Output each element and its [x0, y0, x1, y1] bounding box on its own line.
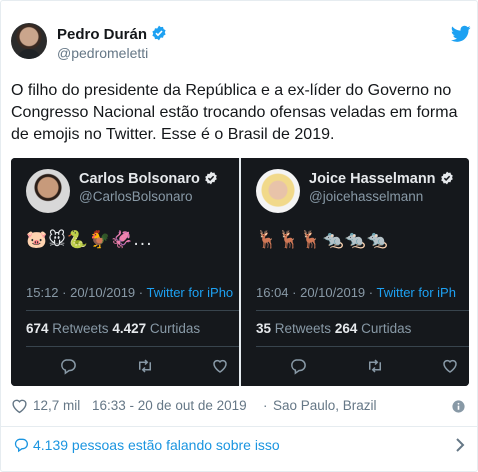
card-divider — [256, 310, 469, 311]
verified-badge-icon — [152, 25, 166, 41]
card-avatar — [256, 169, 300, 213]
info-icon[interactable] — [452, 400, 465, 413]
verified-badge-icon — [205, 171, 217, 185]
twitter-bird-icon[interactable] — [451, 25, 471, 43]
card-name: Joice Hasselmann — [309, 171, 454, 187]
tweet-header: Pedro Durán @pedromeletti — [11, 23, 471, 67]
screenshot-card-carlos: Carlos Bolsonaro @CarlosBolsonaro 🐷🐭🐍🐓🦑.… — [11, 158, 239, 386]
card-divider — [256, 346, 469, 347]
card-handle: @CarlosBolsonaro — [79, 189, 193, 204]
card-source: Twitter for iPho — [146, 285, 234, 300]
heart-icon — [443, 359, 457, 373]
author-name-link[interactable]: Pedro Durán — [57, 25, 167, 43]
card-divider — [26, 310, 239, 311]
card-actions — [11, 357, 239, 377]
reply-icon — [291, 359, 306, 375]
reply-icon — [61, 359, 76, 375]
author-name[interactable]: Pedro Durán — [57, 26, 147, 43]
tweet-location[interactable]: Sao Paulo, Brazil — [273, 398, 377, 413]
tweet-timestamp[interactable]: 16:33 - 20 de out de 2019 — [92, 398, 247, 413]
card-avatar — [26, 169, 70, 213]
retweet-icon — [369, 359, 381, 373]
card-emojis: 🐷🐭🐍🐓🦑... — [26, 230, 153, 250]
card-stats: 674 Retweets 4.427 Curtidas — [26, 321, 201, 336]
card-source: Twitter for iPh — [376, 285, 456, 300]
tweet-meta: 12,7 mil 16:33 - 20 de out de 2019 · Sao… — [11, 397, 471, 417]
card-handle: @joicehasselmann — [309, 189, 424, 204]
tweet-media[interactable]: Carlos Bolsonaro @CarlosBolsonaro 🐷🐭🐍🐓🦑.… — [11, 158, 469, 386]
heart-icon[interactable] — [11, 398, 28, 414]
tweet-card: Pedro Durán @pedromeletti O filho do pre… — [0, 0, 478, 472]
card-emojis: 🦌🦌🦌🐀🐀🐀 — [256, 230, 390, 250]
card-name: Carlos Bolsonaro — [79, 171, 218, 187]
card-timestamp: 15:12 · 20/10/2019 · Twitter for iPho — [26, 285, 234, 300]
like-count[interactable]: 12,7 mil — [33, 398, 80, 413]
meta-separator: · — [263, 398, 268, 413]
speech-bubble-icon — [14, 438, 28, 453]
conversation-link[interactable]: 4.139 pessoas estão falando sobre isso — [1, 426, 478, 462]
tweet-text: O filho do presidente da República e a e… — [11, 82, 458, 143]
retweet-icon — [139, 359, 151, 373]
card-timestamp: 16:04 · 20/10/2019 · Twitter for iPh — [256, 285, 456, 300]
verified-badge-icon — [440, 171, 453, 185]
author-avatar[interactable] — [11, 23, 47, 59]
screenshot-card-joice: Joice Hasselmann @joicehasselmann 🦌🦌🦌🐀🐀🐀… — [241, 158, 469, 386]
heart-icon — [213, 359, 227, 373]
chevron-right-icon — [456, 438, 465, 452]
card-actions — [241, 357, 469, 377]
card-divider — [26, 346, 239, 347]
author-handle[interactable]: @pedromeletti — [57, 45, 148, 61]
conversation-count[interactable]: 4.139 pessoas estão falando sobre isso — [33, 437, 280, 453]
card-stats: 35 Retweets 264 Curtidas — [256, 321, 412, 336]
